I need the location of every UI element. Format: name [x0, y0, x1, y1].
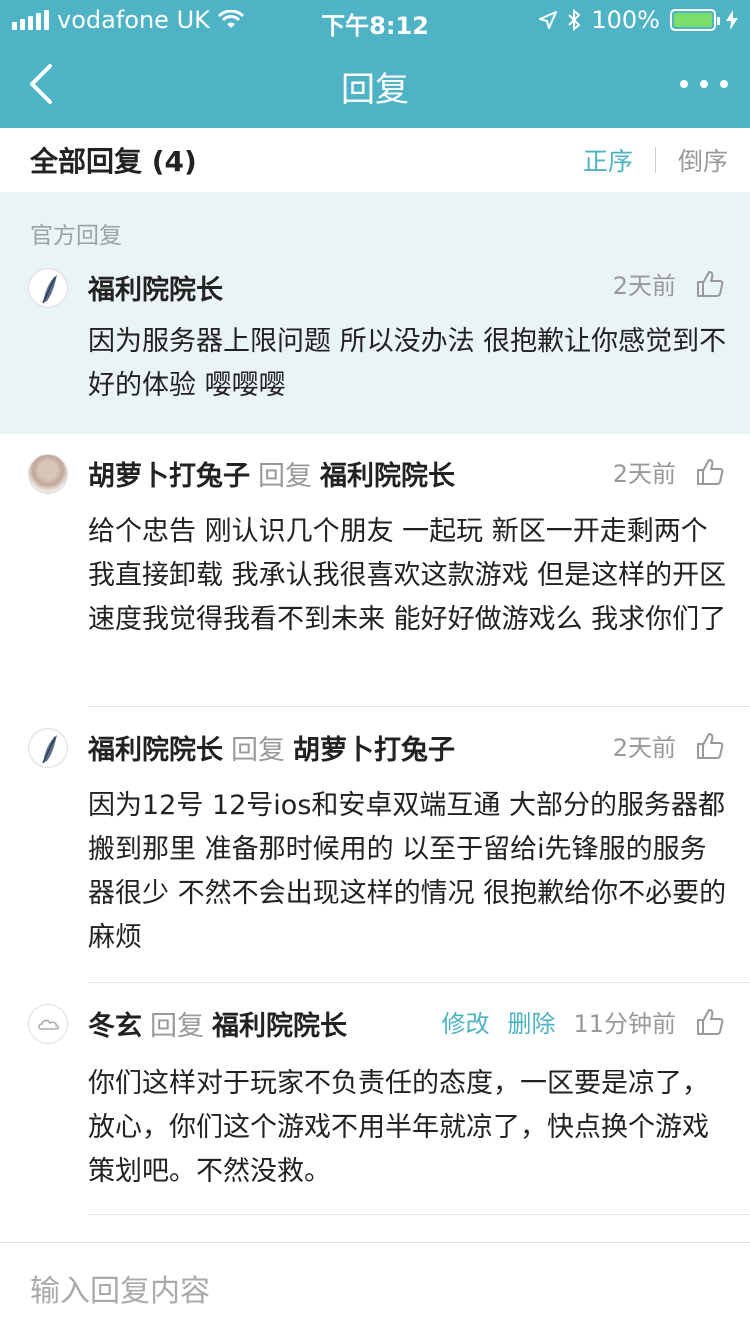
comment-text: 给个忠告 刚认识几个朋友 一起玩 新区一开走剩两个 我直接卸载 我承认我很喜欢这… [88, 516, 727, 635]
reply-word: 回复 [231, 735, 285, 766]
avatar[interactable] [28, 268, 68, 308]
status-right: 100% [539, 6, 738, 34]
comment-meta: 2天前 [613, 454, 726, 489]
comment-author[interactable]: 胡萝卜打兔子 [88, 461, 250, 492]
comment-author[interactable]: 福利院院长 [88, 735, 223, 766]
status-bar: vodafone UK 下午8:12 100% [0, 0, 750, 40]
reply-target[interactable]: 福利院院长 [320, 461, 455, 492]
replies-header: 全部回复 (4) 正序 倒序 [0, 128, 750, 192]
feather-icon [42, 275, 57, 304]
sort-toggle: 正序 倒序 [583, 142, 728, 178]
reply-word: 回复 [150, 1011, 204, 1042]
comment-text: 因为12号 12号ios和安卓双端互通 大部分的服务器都搬到那里 准备那时候用的… [88, 790, 727, 953]
page-title: 回复 [341, 70, 409, 110]
comment-time: 2天前 [612, 460, 676, 488]
comment-text: 因为服务器上限问题 所以没办法 很抱歉让你感觉到不好的体验 嘤嘤嘤 [88, 326, 727, 401]
thumbs-up-icon[interactable] [694, 456, 726, 488]
sort-divider [654, 147, 656, 173]
reply-count: 全部回复 (4) [30, 145, 197, 178]
bluetooth-icon [568, 9, 581, 31]
avatar[interactable] [28, 728, 68, 768]
comment-author-line: 胡萝卜打兔子 回复 福利院院长 [88, 454, 455, 493]
reply-input[interactable] [30, 1269, 720, 1313]
comment-time: 2天前 [612, 272, 676, 300]
official-reply-section: 官方回复 福利院院长 2天前 因为服务器上限问题 所以没办法 很抱歉让你感觉到不… [0, 192, 750, 434]
thumbs-up-icon[interactable] [694, 268, 726, 300]
sort-desc-button[interactable]: 倒序 [678, 142, 728, 178]
comment-meta: 2天前 [613, 728, 726, 763]
comment-author[interactable]: 福利院院长 [88, 275, 223, 306]
comment-time: 2天前 [612, 734, 676, 762]
location-icon [539, 11, 558, 29]
battery-icon [670, 9, 720, 31]
reply-target[interactable]: 福利院院长 [212, 1011, 347, 1042]
nav-bar: 回复 [0, 40, 750, 128]
divider [88, 1214, 750, 1215]
sort-asc-button[interactable]: 正序 [583, 142, 633, 178]
delete-button[interactable]: 删除 [507, 1004, 555, 1039]
thumbs-up-icon[interactable] [694, 1006, 726, 1038]
battery-percent: 100% [591, 6, 660, 34]
comment-meta: 2天前 [613, 266, 726, 301]
comment-meta: 修改 删除 11分钟前 [441, 1004, 726, 1039]
dot-icon [700, 80, 708, 88]
comment-author-line: 福利院院长 回复 胡萝卜打兔子 [88, 728, 455, 767]
reply-input-bar [0, 1242, 750, 1334]
dot-icon [720, 80, 728, 88]
edit-button[interactable]: 修改 [441, 1004, 489, 1039]
more-button[interactable] [680, 60, 728, 108]
comment-author-line: 福利院院长 [88, 268, 223, 307]
reply-word: 回复 [258, 461, 312, 492]
dot-icon [680, 80, 688, 88]
header-bar: vodafone UK 下午8:12 100% 回复 [0, 0, 750, 128]
comment-time: 11分钟前 [573, 1010, 676, 1038]
official-label: 官方回复 [30, 223, 122, 249]
divider [88, 982, 750, 983]
comment-author-line: 冬玄 回复 福利院院长 [88, 1004, 347, 1043]
reply-target[interactable]: 胡萝卜打兔子 [293, 735, 455, 766]
thumbs-up-icon[interactable] [694, 730, 726, 762]
feather-icon [42, 735, 57, 764]
charging-icon [726, 10, 738, 30]
avatar[interactable] [28, 1004, 68, 1044]
cloud-icon [38, 1019, 59, 1030]
comment-author[interactable]: 冬玄 [88, 1011, 142, 1042]
comment-text: 你们这样对于玩家不负责任的态度，一区要是凉了，放心，你们这个游戏不用半年就凉了，… [88, 1068, 709, 1187]
divider [88, 706, 750, 707]
avatar[interactable] [28, 454, 68, 494]
